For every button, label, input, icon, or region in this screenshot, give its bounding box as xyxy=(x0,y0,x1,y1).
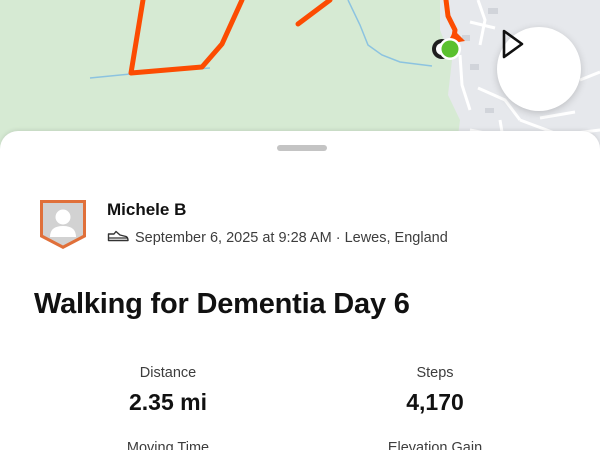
activity-title: Walking for Dementia Day 6 xyxy=(34,288,410,320)
avatar[interactable] xyxy=(38,197,88,251)
activity-date-location: September 6, 2025 at 9:28 AM · Lewes, En… xyxy=(135,230,448,246)
route-line xyxy=(128,0,245,76)
route-line xyxy=(295,0,333,27)
athlete-name[interactable]: Michele B xyxy=(107,200,186,220)
stat-distance: Distance 2.35 mi xyxy=(34,365,302,416)
drag-handle[interactable] xyxy=(277,145,327,151)
stream-line xyxy=(347,0,433,67)
stat-label: Steps xyxy=(416,365,454,381)
activity-screen: Michele B September 6, 2025 at 9:28 AM ·… xyxy=(0,0,600,450)
play-flyover-button[interactable] xyxy=(497,27,581,111)
avatar-shield-icon xyxy=(40,200,86,249)
play-icon xyxy=(502,29,524,59)
shoe-icon xyxy=(107,229,129,247)
stat-label: Moving Time xyxy=(126,440,210,450)
stat-moving-time: Moving Time xyxy=(34,440,302,450)
stat-elevation-gain: Elevation Gain xyxy=(301,440,569,450)
stat-value: 2.35 mi xyxy=(129,389,207,415)
stat-label: Elevation Gain xyxy=(387,440,483,450)
start-marker-icon xyxy=(441,40,459,58)
stat-value: 4,170 xyxy=(406,389,464,415)
stat-label: Distance xyxy=(139,365,197,381)
activity-meta: September 6, 2025 at 9:28 AM · Lewes, En… xyxy=(107,229,448,247)
stat-steps: Steps 4,170 xyxy=(301,365,569,416)
activity-sheet: Michele B September 6, 2025 at 9:28 AM ·… xyxy=(0,131,600,450)
